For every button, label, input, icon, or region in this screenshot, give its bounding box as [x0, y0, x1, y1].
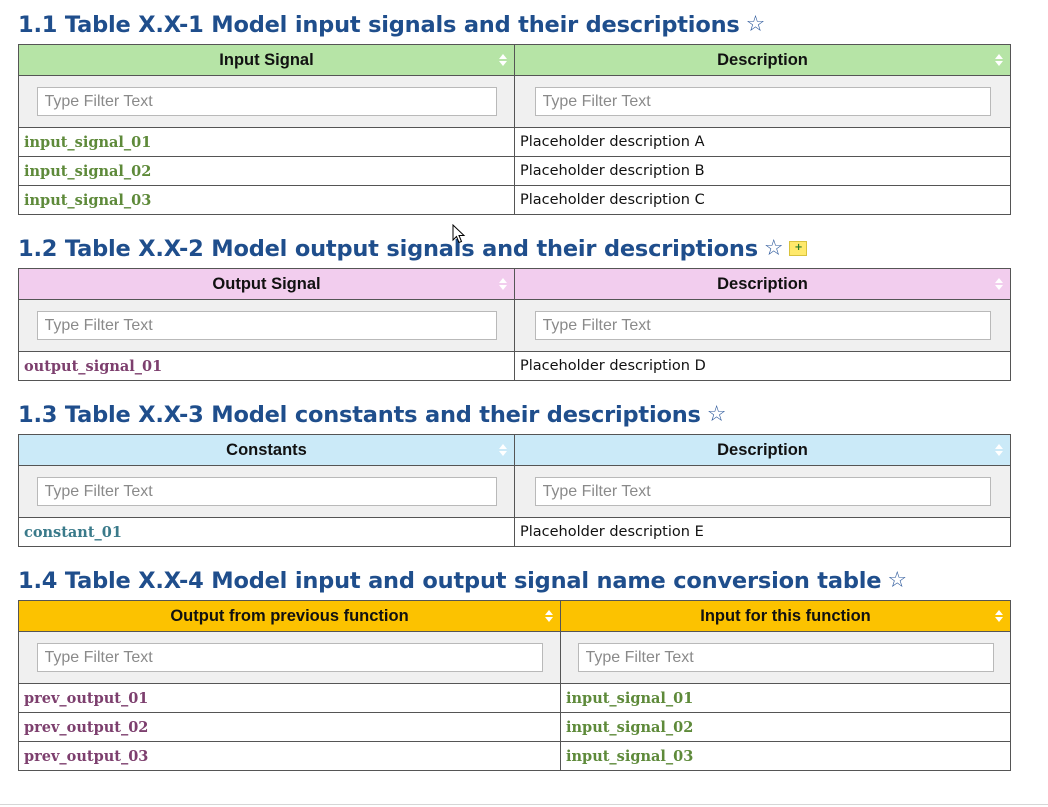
filter-input-constants[interactable]: [36, 477, 497, 506]
prev-output-cell: prev_output_01: [18, 683, 561, 713]
section-title: 1.1 Table X.X-1 Model input signals and …: [18, 12, 740, 38]
column-header-label: Output from previous function: [170, 606, 409, 625]
table-row: input_signal_01 Placeholder description …: [18, 127, 1011, 157]
star-outline-icon[interactable]: ☆: [764, 234, 784, 264]
input-signal-cell: input_signal_01: [560, 683, 1011, 713]
sort-arrows-icon[interactable]: [545, 610, 553, 622]
table-row: input_signal_03 Placeholder description …: [18, 185, 1011, 215]
description-cell: Placeholder description B: [514, 156, 1011, 186]
filter-input-output-signal[interactable]: [36, 311, 497, 340]
column-header-label: Input for this function: [700, 606, 871, 625]
column-header-description[interactable]: Description: [514, 268, 1011, 300]
constant-name-cell: constant_01: [18, 517, 515, 547]
section-constants: 1.3 Table X.X-3 Model constants and thei…: [18, 400, 1011, 547]
star-outline-icon[interactable]: ☆: [746, 10, 766, 40]
filter-input-output-from-previous[interactable]: [36, 643, 543, 672]
star-outline-icon[interactable]: ☆: [887, 566, 907, 596]
mouse-pointer-icon: [452, 224, 466, 244]
section-title: 1.3 Table X.X-3 Model constants and thei…: [18, 402, 701, 428]
table-row: output_signal_01 Placeholder description…: [18, 351, 1011, 381]
section-heading: 1.4 Table X.X-4 Model input and output s…: [18, 566, 1010, 596]
table-row: constant_01 Placeholder description E: [18, 517, 1011, 547]
column-header-description[interactable]: Description: [514, 434, 1011, 466]
description-cell: Placeholder description C: [514, 185, 1011, 215]
column-header-input-signal[interactable]: Input Signal: [18, 44, 515, 76]
sort-arrows-icon[interactable]: [499, 278, 507, 290]
column-header-output-from-previous[interactable]: Output from previous function: [18, 600, 561, 632]
filter-input-description[interactable]: [534, 87, 991, 116]
section-heading: 1.2 Table X.X-2 Model output signals and…: [18, 234, 1010, 264]
sort-arrows-icon[interactable]: [995, 444, 1003, 456]
input-signals-table: Input Signal Description input_signal_01…: [18, 44, 1011, 215]
sort-arrows-icon[interactable]: [499, 54, 507, 66]
signal-name-cell: input_signal_02: [18, 156, 515, 186]
signal-name-cell: input_signal_01: [18, 127, 515, 157]
filter-input-description[interactable]: [534, 311, 991, 340]
section-heading: 1.1 Table X.X-1 Model input signals and …: [18, 10, 1010, 40]
table-row: prev_output_03 input_signal_03: [18, 741, 1011, 771]
column-header-output-signal[interactable]: Output Signal: [18, 268, 515, 300]
column-header-label: Description: [717, 274, 808, 293]
output-signals-table: Output Signal Description output_signal_…: [18, 268, 1011, 381]
sort-arrows-icon[interactable]: [995, 610, 1003, 622]
description-cell: Placeholder description E: [514, 517, 1011, 547]
section-input-signals: 1.1 Table X.X-1 Model input signals and …: [18, 10, 1011, 215]
constants-table: Constants Description constant_01 Placeh…: [18, 434, 1011, 547]
column-header-label: Constants: [226, 440, 307, 459]
column-header-input-for-this[interactable]: Input for this function: [560, 600, 1011, 632]
column-header-label: Output Signal: [212, 274, 321, 293]
name-conversion-table: Output from previous function Input for …: [18, 600, 1011, 771]
column-header-label: Input Signal: [219, 50, 314, 69]
filter-input-input-signal[interactable]: [36, 87, 497, 116]
input-signal-cell: input_signal_03: [560, 741, 1011, 771]
section-title: 1.4 Table X.X-4 Model input and output s…: [18, 568, 882, 594]
section-name-conversion: 1.4 Table X.X-4 Model input and output s…: [18, 566, 1011, 771]
description-cell: Placeholder description D: [514, 351, 1011, 381]
column-header-constants[interactable]: Constants: [18, 434, 515, 466]
signal-name-cell: input_signal_03: [18, 185, 515, 215]
sticky-note-icon[interactable]: +: [789, 240, 808, 256]
table-row: input_signal_02 Placeholder description …: [18, 156, 1011, 186]
description-cell: Placeholder description A: [514, 127, 1011, 157]
prev-output-cell: prev_output_02: [18, 712, 561, 742]
prev-output-cell: prev_output_03: [18, 741, 561, 771]
filter-input-input-for-this[interactable]: [577, 643, 994, 672]
table-row: prev_output_02 input_signal_02: [18, 712, 1011, 742]
column-header-label: Description: [717, 440, 808, 459]
section-heading: 1.3 Table X.X-3 Model constants and thei…: [18, 400, 1010, 430]
section-title: 1.2 Table X.X-2 Model output signals and…: [18, 236, 758, 262]
column-header-label: Description: [717, 50, 808, 69]
sort-arrows-icon[interactable]: [995, 278, 1003, 290]
sort-arrows-icon[interactable]: [995, 54, 1003, 66]
table-row: prev_output_01 input_signal_01: [18, 683, 1011, 713]
filter-input-description[interactable]: [534, 477, 991, 506]
input-signal-cell: input_signal_02: [560, 712, 1011, 742]
section-output-signals: 1.2 Table X.X-2 Model output signals and…: [18, 234, 1011, 381]
star-outline-icon[interactable]: ☆: [707, 400, 727, 430]
column-header-description[interactable]: Description: [514, 44, 1011, 76]
sort-arrows-icon[interactable]: [499, 444, 507, 456]
page-divider: [0, 804, 1048, 805]
signal-name-cell: output_signal_01: [18, 351, 515, 381]
